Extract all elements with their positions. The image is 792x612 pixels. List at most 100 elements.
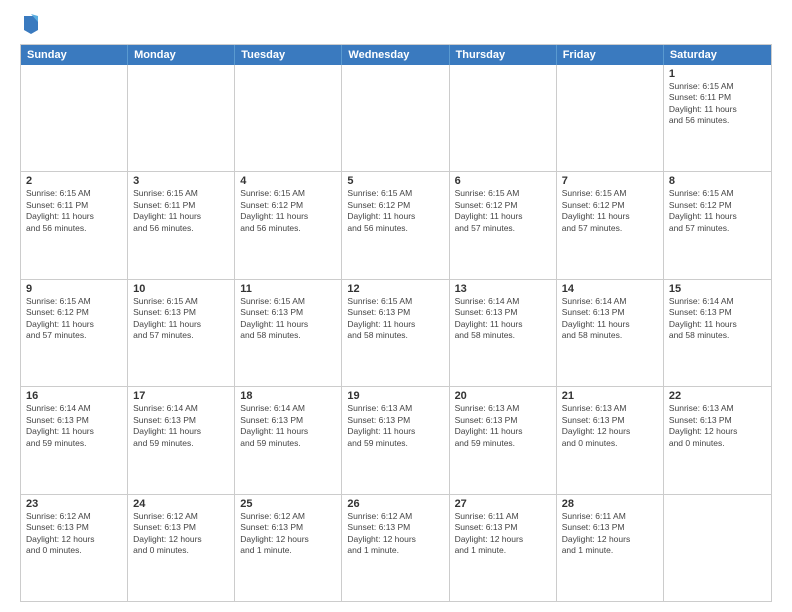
calendar: SundayMondayTuesdayWednesdayThursdayFrid… bbox=[20, 44, 772, 602]
day-number: 10 bbox=[133, 283, 229, 295]
calendar-cell: 15Sunrise: 6:14 AM Sunset: 6:13 PM Dayli… bbox=[664, 280, 771, 386]
calendar-cell: 21Sunrise: 6:13 AM Sunset: 6:13 PM Dayli… bbox=[557, 387, 664, 493]
day-number: 7 bbox=[562, 175, 658, 187]
day-info: Sunrise: 6:13 AM Sunset: 6:13 PM Dayligh… bbox=[347, 403, 443, 449]
calendar-cell: 2Sunrise: 6:15 AM Sunset: 6:11 PM Daylig… bbox=[21, 172, 128, 278]
page: SundayMondayTuesdayWednesdayThursdayFrid… bbox=[0, 0, 792, 612]
day-number: 12 bbox=[347, 283, 443, 295]
day-number: 1 bbox=[669, 68, 766, 80]
day-info: Sunrise: 6:15 AM Sunset: 6:11 PM Dayligh… bbox=[133, 188, 229, 234]
calendar-cell: 16Sunrise: 6:14 AM Sunset: 6:13 PM Dayli… bbox=[21, 387, 128, 493]
day-info: Sunrise: 6:15 AM Sunset: 6:12 PM Dayligh… bbox=[347, 188, 443, 234]
calendar-cell: 28Sunrise: 6:11 AM Sunset: 6:13 PM Dayli… bbox=[557, 495, 664, 601]
calendar-row: 1Sunrise: 6:15 AM Sunset: 6:11 PM Daylig… bbox=[21, 65, 771, 171]
weekday-header: Saturday bbox=[664, 45, 771, 65]
day-number: 2 bbox=[26, 175, 122, 187]
logo bbox=[20, 16, 40, 34]
header bbox=[20, 16, 772, 34]
calendar-body: 1Sunrise: 6:15 AM Sunset: 6:11 PM Daylig… bbox=[21, 65, 771, 601]
calendar-cell: 24Sunrise: 6:12 AM Sunset: 6:13 PM Dayli… bbox=[128, 495, 235, 601]
calendar-row: 9Sunrise: 6:15 AM Sunset: 6:12 PM Daylig… bbox=[21, 279, 771, 386]
calendar-cell: 18Sunrise: 6:14 AM Sunset: 6:13 PM Dayli… bbox=[235, 387, 342, 493]
calendar-cell: 1Sunrise: 6:15 AM Sunset: 6:11 PM Daylig… bbox=[664, 65, 771, 171]
weekday-header: Friday bbox=[557, 45, 664, 65]
day-info: Sunrise: 6:15 AM Sunset: 6:12 PM Dayligh… bbox=[455, 188, 551, 234]
day-info: Sunrise: 6:14 AM Sunset: 6:13 PM Dayligh… bbox=[133, 403, 229, 449]
day-info: Sunrise: 6:12 AM Sunset: 6:13 PM Dayligh… bbox=[240, 511, 336, 557]
day-number: 24 bbox=[133, 498, 229, 510]
day-info: Sunrise: 6:15 AM Sunset: 6:12 PM Dayligh… bbox=[669, 188, 766, 234]
calendar-cell: 14Sunrise: 6:14 AM Sunset: 6:13 PM Dayli… bbox=[557, 280, 664, 386]
calendar-cell bbox=[235, 65, 342, 171]
calendar-cell: 22Sunrise: 6:13 AM Sunset: 6:13 PM Dayli… bbox=[664, 387, 771, 493]
weekday-header: Sunday bbox=[21, 45, 128, 65]
day-number: 22 bbox=[669, 390, 766, 402]
day-info: Sunrise: 6:13 AM Sunset: 6:13 PM Dayligh… bbox=[669, 403, 766, 449]
day-number: 15 bbox=[669, 283, 766, 295]
calendar-cell bbox=[21, 65, 128, 171]
logo-icon bbox=[22, 12, 40, 34]
day-number: 19 bbox=[347, 390, 443, 402]
day-info: Sunrise: 6:15 AM Sunset: 6:11 PM Dayligh… bbox=[26, 188, 122, 234]
day-info: Sunrise: 6:14 AM Sunset: 6:13 PM Dayligh… bbox=[455, 296, 551, 342]
day-info: Sunrise: 6:13 AM Sunset: 6:13 PM Dayligh… bbox=[562, 403, 658, 449]
day-number: 3 bbox=[133, 175, 229, 187]
calendar-cell: 5Sunrise: 6:15 AM Sunset: 6:12 PM Daylig… bbox=[342, 172, 449, 278]
calendar-cell: 9Sunrise: 6:15 AM Sunset: 6:12 PM Daylig… bbox=[21, 280, 128, 386]
calendar-cell: 3Sunrise: 6:15 AM Sunset: 6:11 PM Daylig… bbox=[128, 172, 235, 278]
day-info: Sunrise: 6:15 AM Sunset: 6:12 PM Dayligh… bbox=[26, 296, 122, 342]
day-number: 21 bbox=[562, 390, 658, 402]
calendar-cell: 8Sunrise: 6:15 AM Sunset: 6:12 PM Daylig… bbox=[664, 172, 771, 278]
day-number: 27 bbox=[455, 498, 551, 510]
calendar-cell: 17Sunrise: 6:14 AM Sunset: 6:13 PM Dayli… bbox=[128, 387, 235, 493]
calendar-cell bbox=[557, 65, 664, 171]
day-info: Sunrise: 6:15 AM Sunset: 6:13 PM Dayligh… bbox=[240, 296, 336, 342]
day-info: Sunrise: 6:15 AM Sunset: 6:13 PM Dayligh… bbox=[347, 296, 443, 342]
calendar-header: SundayMondayTuesdayWednesdayThursdayFrid… bbox=[21, 45, 771, 65]
day-number: 25 bbox=[240, 498, 336, 510]
day-number: 14 bbox=[562, 283, 658, 295]
calendar-cell: 7Sunrise: 6:15 AM Sunset: 6:12 PM Daylig… bbox=[557, 172, 664, 278]
calendar-cell: 13Sunrise: 6:14 AM Sunset: 6:13 PM Dayli… bbox=[450, 280, 557, 386]
calendar-row: 23Sunrise: 6:12 AM Sunset: 6:13 PM Dayli… bbox=[21, 494, 771, 601]
day-info: Sunrise: 6:15 AM Sunset: 6:11 PM Dayligh… bbox=[669, 81, 766, 127]
calendar-cell bbox=[664, 495, 771, 601]
day-info: Sunrise: 6:11 AM Sunset: 6:13 PM Dayligh… bbox=[455, 511, 551, 557]
calendar-cell: 12Sunrise: 6:15 AM Sunset: 6:13 PM Dayli… bbox=[342, 280, 449, 386]
day-info: Sunrise: 6:14 AM Sunset: 6:13 PM Dayligh… bbox=[562, 296, 658, 342]
day-number: 23 bbox=[26, 498, 122, 510]
day-number: 5 bbox=[347, 175, 443, 187]
day-number: 13 bbox=[455, 283, 551, 295]
weekday-header: Thursday bbox=[450, 45, 557, 65]
day-info: Sunrise: 6:12 AM Sunset: 6:13 PM Dayligh… bbox=[26, 511, 122, 557]
day-number: 17 bbox=[133, 390, 229, 402]
calendar-cell bbox=[128, 65, 235, 171]
day-number: 20 bbox=[455, 390, 551, 402]
calendar-cell: 23Sunrise: 6:12 AM Sunset: 6:13 PM Dayli… bbox=[21, 495, 128, 601]
day-info: Sunrise: 6:14 AM Sunset: 6:13 PM Dayligh… bbox=[240, 403, 336, 449]
day-number: 26 bbox=[347, 498, 443, 510]
day-number: 18 bbox=[240, 390, 336, 402]
calendar-cell: 19Sunrise: 6:13 AM Sunset: 6:13 PM Dayli… bbox=[342, 387, 449, 493]
calendar-cell: 6Sunrise: 6:15 AM Sunset: 6:12 PM Daylig… bbox=[450, 172, 557, 278]
weekday-header: Wednesday bbox=[342, 45, 449, 65]
calendar-cell: 11Sunrise: 6:15 AM Sunset: 6:13 PM Dayli… bbox=[235, 280, 342, 386]
day-number: 8 bbox=[669, 175, 766, 187]
day-info: Sunrise: 6:14 AM Sunset: 6:13 PM Dayligh… bbox=[669, 296, 766, 342]
day-info: Sunrise: 6:15 AM Sunset: 6:12 PM Dayligh… bbox=[562, 188, 658, 234]
weekday-header: Tuesday bbox=[235, 45, 342, 65]
calendar-cell: 10Sunrise: 6:15 AM Sunset: 6:13 PM Dayli… bbox=[128, 280, 235, 386]
day-number: 28 bbox=[562, 498, 658, 510]
logo-text bbox=[20, 16, 40, 34]
day-info: Sunrise: 6:15 AM Sunset: 6:13 PM Dayligh… bbox=[133, 296, 229, 342]
calendar-cell: 4Sunrise: 6:15 AM Sunset: 6:12 PM Daylig… bbox=[235, 172, 342, 278]
day-number: 4 bbox=[240, 175, 336, 187]
day-info: Sunrise: 6:11 AM Sunset: 6:13 PM Dayligh… bbox=[562, 511, 658, 557]
calendar-cell: 20Sunrise: 6:13 AM Sunset: 6:13 PM Dayli… bbox=[450, 387, 557, 493]
calendar-cell: 26Sunrise: 6:12 AM Sunset: 6:13 PM Dayli… bbox=[342, 495, 449, 601]
calendar-row: 2Sunrise: 6:15 AM Sunset: 6:11 PM Daylig… bbox=[21, 171, 771, 278]
weekday-header: Monday bbox=[128, 45, 235, 65]
calendar-cell: 25Sunrise: 6:12 AM Sunset: 6:13 PM Dayli… bbox=[235, 495, 342, 601]
day-number: 11 bbox=[240, 283, 336, 295]
day-info: Sunrise: 6:14 AM Sunset: 6:13 PM Dayligh… bbox=[26, 403, 122, 449]
